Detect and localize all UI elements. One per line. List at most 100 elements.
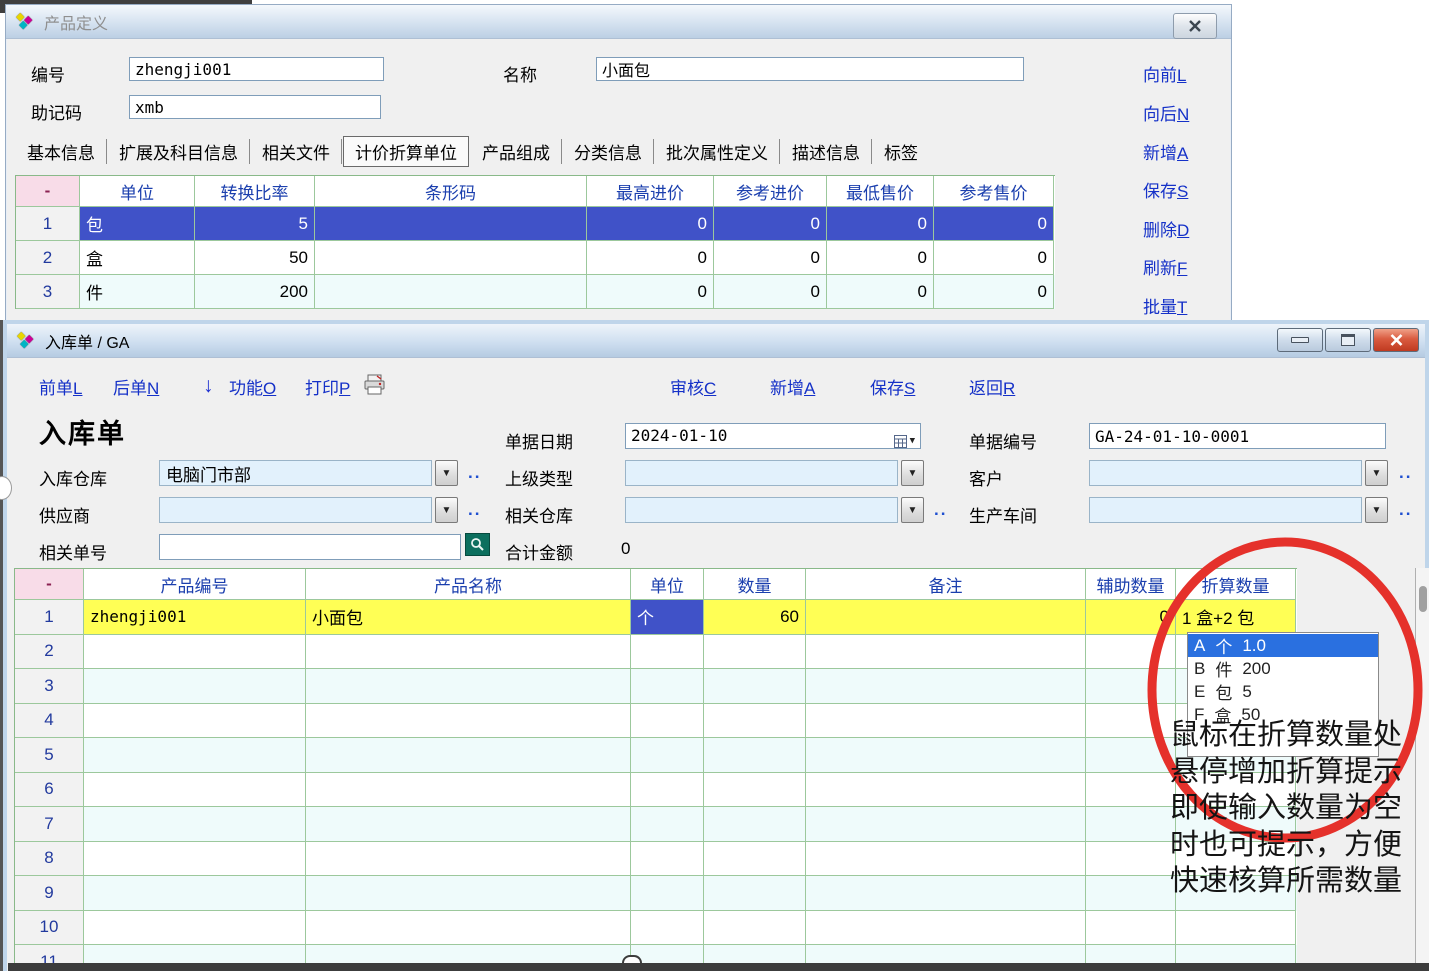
entry-window-titlebar[interactable]: ◆◆◆ 入库单 / GA — [7, 324, 1425, 358]
maximize-button[interactable] — [1325, 328, 1371, 352]
customer-more-button[interactable]: .. — [1399, 463, 1412, 483]
table-row[interactable]: 6 — [15, 773, 1297, 808]
save-button[interactable]: 保存S — [1143, 177, 1188, 202]
grid-cell[interactable] — [631, 807, 704, 842]
unit-cell-selected[interactable]: 个 — [631, 600, 704, 635]
tooltip-item[interactable]: B件200 — [1188, 657, 1378, 680]
grid-cell[interactable] — [704, 773, 806, 808]
grid-cell[interactable] — [704, 911, 806, 946]
row-number-cell[interactable]: 7 — [15, 807, 84, 842]
print-button[interactable]: 打印P — [305, 374, 350, 399]
header-cell[interactable]: 备注 — [806, 569, 1086, 600]
grid-cell[interactable] — [806, 911, 1086, 946]
prev-doc-button[interactable]: 前单L — [39, 374, 82, 399]
delete-button[interactable]: 删除D — [1143, 216, 1189, 241]
grid-cell[interactable] — [306, 738, 631, 773]
table-row[interactable]: 4 — [15, 704, 1297, 739]
table-row[interactable]: 10 — [15, 911, 1297, 946]
grid-cell[interactable] — [84, 807, 306, 842]
grid-cell[interactable] — [84, 704, 306, 739]
grid-cell[interactable] — [306, 704, 631, 739]
grid-cell[interactable] — [704, 635, 806, 670]
header-cell[interactable]: 产品编号 — [84, 569, 306, 600]
grid-cell[interactable] — [704, 842, 806, 877]
grid-cell[interactable] — [631, 911, 704, 946]
grid-cell[interactable]: 盒 — [80, 241, 195, 275]
supplier-dropdown-button[interactable]: ▼ — [435, 497, 458, 523]
row-number-cell[interactable]: 1 — [15, 600, 84, 635]
grid-cell[interactable] — [1086, 704, 1176, 739]
grid-cell[interactable] — [84, 842, 306, 877]
grid-cell[interactable] — [806, 773, 1086, 808]
save-button[interactable]: 保存S — [870, 374, 915, 399]
conversion-quantity-cell[interactable]: 1 盒+2 包 — [1176, 600, 1296, 635]
workshop-combo[interactable] — [1089, 497, 1362, 523]
grid-cell[interactable]: 0 — [934, 275, 1054, 309]
close-button[interactable] — [1373, 328, 1419, 352]
header-cell[interactable]: 单位 — [631, 569, 704, 600]
table-row[interactable]: 9 — [15, 876, 1297, 911]
nav-prev-button[interactable]: 向前L — [1143, 61, 1186, 86]
grid-cell[interactable] — [806, 738, 1086, 773]
next-doc-button[interactable]: 后单N — [113, 374, 159, 399]
table-row[interactable]: 3 件 200 0 0 0 0 — [16, 275, 1055, 309]
header-cell[interactable]: 产品名称 — [306, 569, 631, 600]
grid-cell[interactable]: 0 — [587, 241, 714, 275]
header-cell[interactable]: - — [15, 569, 84, 600]
grid-cell[interactable]: 0 — [934, 241, 1054, 275]
grid-cell[interactable]: 0 — [934, 207, 1054, 241]
tab-product-composition[interactable]: 产品组成 — [470, 136, 562, 167]
row-number-cell[interactable]: 2 — [16, 241, 80, 275]
tooltip-item[interactable]: E包5 — [1188, 680, 1378, 703]
grid-cell[interactable] — [806, 807, 1086, 842]
related-warehouse-dropdown-button[interactable]: ▼ — [901, 497, 924, 523]
grid-cell[interactable] — [704, 876, 806, 911]
tab-related-files[interactable]: 相关文件 — [250, 136, 342, 167]
row-number-cell[interactable]: 2 — [15, 635, 84, 670]
row-number-cell[interactable]: 10 — [15, 911, 84, 946]
return-button[interactable]: 返回R — [969, 374, 1015, 399]
grid-cell[interactable] — [306, 635, 631, 670]
parent-type-dropdown-button[interactable]: ▼ — [901, 460, 924, 486]
grid-cell[interactable]: 200 — [195, 275, 315, 309]
add-button[interactable]: 新增A — [770, 374, 815, 399]
grid-cell[interactable] — [84, 773, 306, 808]
header-cell[interactable]: 最低售价 — [827, 176, 934, 207]
name-input[interactable] — [596, 57, 1024, 81]
grid-cell[interactable]: 0 — [827, 207, 934, 241]
tab-extended-info[interactable]: 扩展及科目信息 — [107, 136, 250, 167]
grid-cell[interactable]: 50 — [195, 241, 315, 275]
table-row[interactable]: 8 — [15, 842, 1297, 877]
grid-cell[interactable] — [806, 669, 1086, 704]
row-number-cell[interactable]: 6 — [15, 773, 84, 808]
table-row[interactable]: 2 — [15, 635, 1297, 670]
grid-cell[interactable] — [704, 807, 806, 842]
header-cell[interactable]: 条形码 — [315, 176, 587, 207]
warehouse-combo[interactable]: 电脑门市部 — [159, 460, 432, 486]
workshop-dropdown-button[interactable]: ▼ — [1365, 497, 1388, 523]
grid-cell[interactable] — [631, 773, 704, 808]
grid-cell[interactable] — [315, 207, 587, 241]
row-number-cell[interactable]: 9 — [15, 876, 84, 911]
refresh-button[interactable]: 刷新F — [1143, 254, 1187, 279]
grid-cell[interactable] — [1086, 635, 1176, 670]
grid-cell[interactable] — [806, 635, 1086, 670]
scrollbar-thumb[interactable] — [1419, 586, 1427, 612]
header-cell[interactable]: 单位 — [80, 176, 195, 207]
header-cell[interactable]: 转换比率 — [195, 176, 315, 207]
tab-basic-info[interactable]: 基本信息 — [15, 136, 107, 167]
grid-cell[interactable] — [84, 669, 306, 704]
customer-dropdown-button[interactable]: ▼ — [1365, 460, 1388, 486]
date-input[interactable]: 2024-01-10 ▼ — [625, 423, 921, 449]
grid-cell[interactable]: 0 — [827, 241, 934, 275]
tab-batch-attributes[interactable]: 批次属性定义 — [654, 136, 780, 167]
header-cell[interactable]: 参考售价 — [934, 176, 1054, 207]
grid-cell[interactable] — [631, 738, 704, 773]
note-cell[interactable] — [806, 600, 1086, 635]
grid-cell[interactable] — [315, 275, 587, 309]
calendar-icon[interactable]: ▼ — [894, 429, 915, 453]
grid-cell[interactable] — [306, 842, 631, 877]
aux-quantity-cell[interactable]: 0 — [1086, 600, 1176, 635]
tab-label[interactable]: 标签 — [872, 136, 930, 167]
grid-cell[interactable]: 0 — [587, 275, 714, 309]
